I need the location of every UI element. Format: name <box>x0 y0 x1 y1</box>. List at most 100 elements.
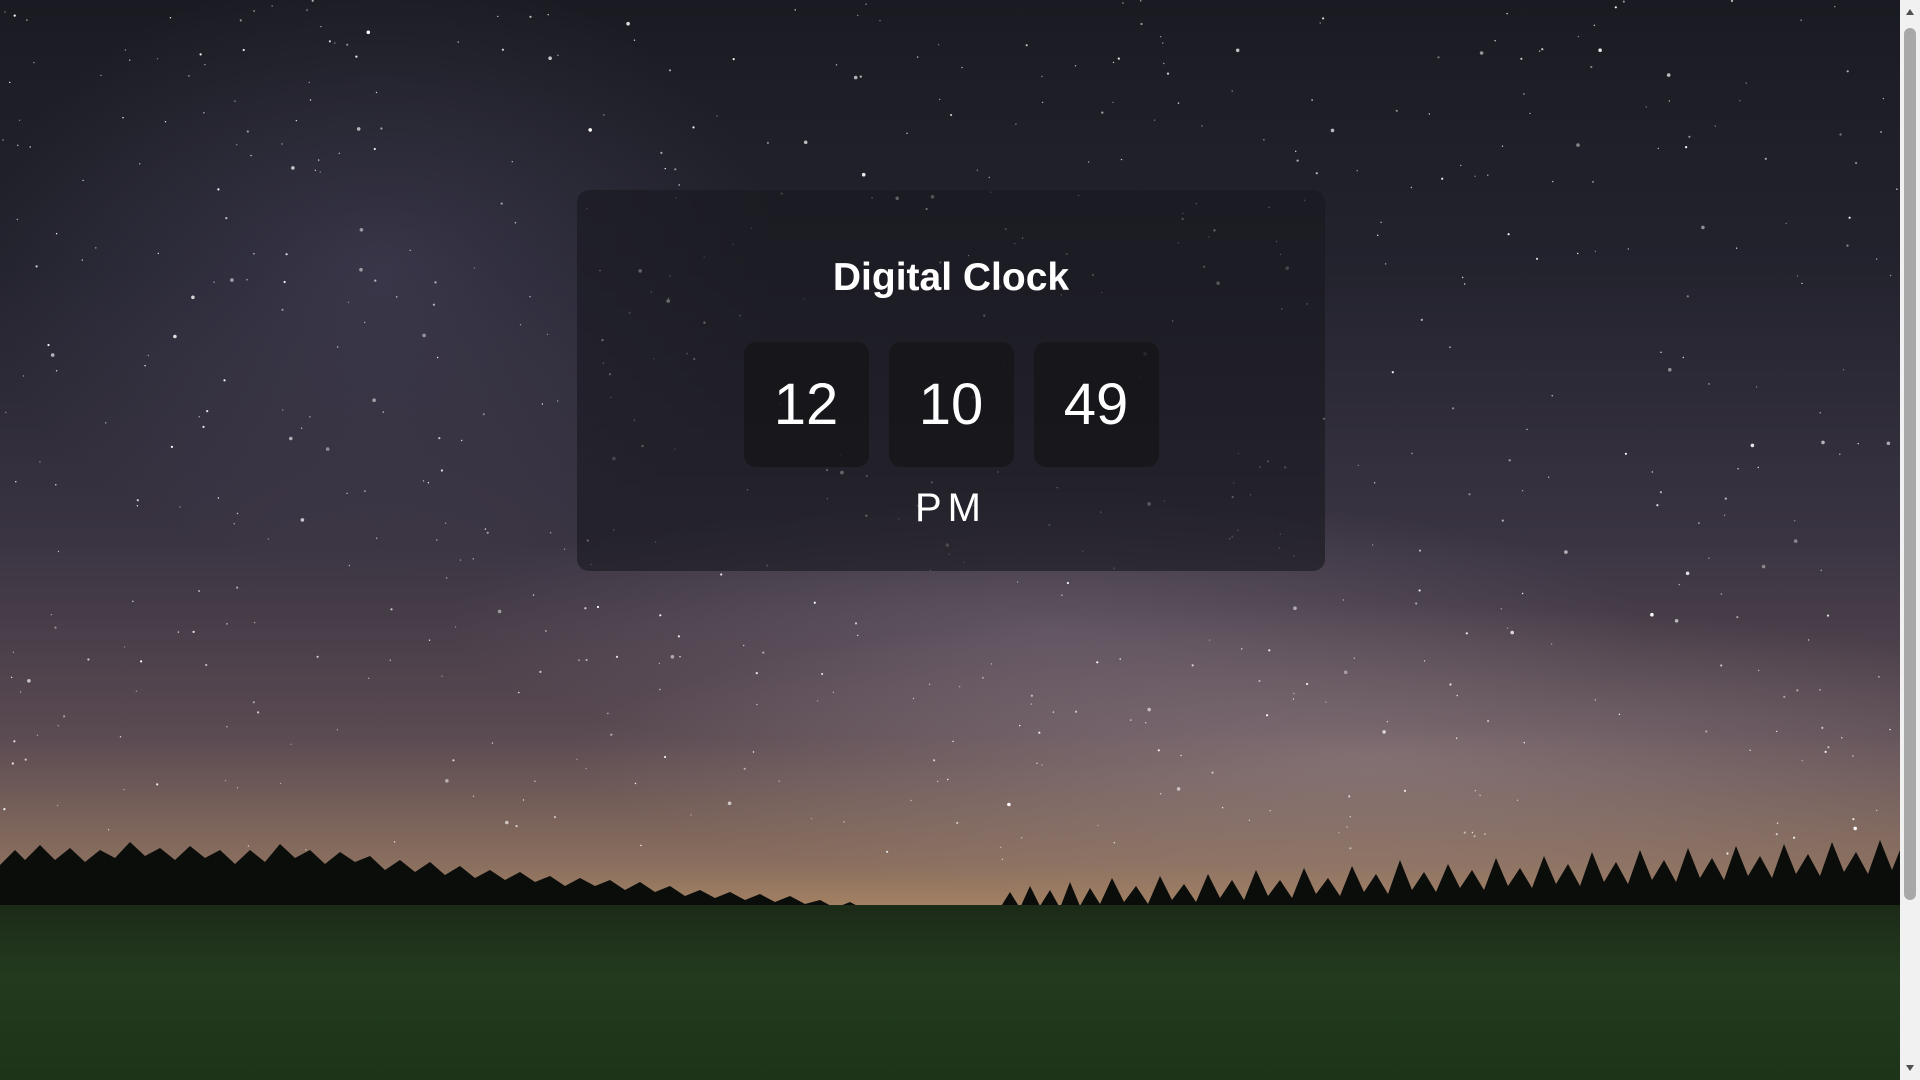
star <box>557 400 559 402</box>
star <box>1180 754 1182 757</box>
star <box>1730 0 1734 2</box>
star <box>267 538 269 540</box>
star <box>976 169 978 171</box>
star <box>427 482 430 484</box>
vertical-scrollbar[interactable] <box>1900 0 1920 1080</box>
star <box>440 469 443 472</box>
star <box>1380 221 1382 223</box>
star <box>337 346 339 348</box>
star <box>1306 682 1309 686</box>
star <box>441 675 443 677</box>
star <box>1384 263 1387 265</box>
star <box>1391 371 1394 374</box>
star <box>659 614 662 617</box>
star <box>952 740 954 743</box>
star <box>1848 216 1851 219</box>
star <box>1410 186 1413 189</box>
star <box>794 9 796 11</box>
star <box>1348 795 1351 798</box>
star <box>961 66 963 69</box>
star <box>136 505 139 507</box>
star <box>1839 133 1842 136</box>
star <box>497 609 502 614</box>
star <box>422 480 425 482</box>
star <box>320 25 322 28</box>
star <box>933 759 936 762</box>
star <box>217 188 220 191</box>
star <box>1382 730 1386 734</box>
star <box>1066 581 1069 585</box>
star <box>1176 787 1181 791</box>
star <box>1538 50 1541 52</box>
star <box>1723 514 1726 516</box>
star <box>1541 48 1544 51</box>
star <box>1500 608 1503 610</box>
star <box>1157 749 1160 752</box>
star <box>1428 113 1431 115</box>
star <box>1839 453 1841 455</box>
star <box>1857 443 1859 445</box>
star <box>660 151 663 154</box>
star <box>132 600 134 602</box>
star <box>1724 497 1727 500</box>
star <box>253 10 255 12</box>
star <box>179 506 181 508</box>
star <box>1038 731 1041 734</box>
star <box>1551 395 1553 397</box>
star <box>1455 737 1458 739</box>
star <box>1521 592 1524 595</box>
star <box>1685 571 1690 576</box>
star <box>157 252 159 255</box>
star <box>236 787 239 789</box>
star <box>300 518 305 522</box>
time-display: 12 10 49 <box>577 342 1325 467</box>
star <box>173 334 177 339</box>
star <box>861 172 866 177</box>
star <box>539 670 542 674</box>
star <box>1030 694 1033 697</box>
triangle-up-icon[interactable] <box>1900 2 1920 22</box>
star <box>368 677 370 679</box>
star <box>1720 664 1723 667</box>
star <box>553 816 557 819</box>
star <box>1594 250 1597 253</box>
star <box>236 512 239 515</box>
star <box>233 523 235 525</box>
star <box>1755 386 1758 388</box>
star <box>1130 719 1132 721</box>
star <box>454 626 457 628</box>
star <box>55 370 58 372</box>
star <box>1826 614 1830 617</box>
star <box>928 683 931 685</box>
star <box>1474 175 1476 177</box>
star <box>1737 468 1739 470</box>
star <box>316 655 319 658</box>
star <box>290 743 292 745</box>
scrollbar-thumb[interactable] <box>1904 28 1916 900</box>
star <box>123 788 125 791</box>
star <box>199 53 202 56</box>
star <box>1411 452 1413 455</box>
star <box>547 14 549 16</box>
star <box>1720 593 1723 595</box>
star <box>282 409 284 411</box>
star <box>1846 244 1849 247</box>
star <box>226 726 228 728</box>
star <box>1371 544 1374 546</box>
star <box>1322 17 1325 20</box>
star <box>309 416 311 418</box>
triangle-down-icon[interactable] <box>1900 1058 1920 1078</box>
star <box>198 589 201 593</box>
star <box>578 659 580 661</box>
star <box>246 130 249 133</box>
star <box>1036 762 1038 764</box>
star <box>950 113 953 117</box>
star <box>188 75 190 77</box>
star <box>1796 689 1799 692</box>
page-viewport: Digital Clock 12 10 49 PM <box>0 0 1900 1080</box>
star <box>1651 471 1654 473</box>
star <box>319 171 321 173</box>
star <box>853 75 858 80</box>
star <box>1269 809 1271 812</box>
star <box>1668 367 1672 372</box>
